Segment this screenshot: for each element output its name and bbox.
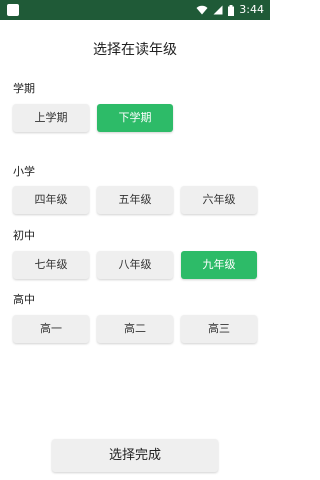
- option-grade-9[interactable]: 九年级: [181, 251, 257, 279]
- option-grade-6[interactable]: 六年级: [181, 186, 257, 214]
- app-icon: [7, 4, 19, 16]
- status-time: 3:44: [239, 3, 264, 16]
- option-senior-2[interactable]: 高二: [97, 315, 173, 343]
- semester-label: 学期: [13, 82, 35, 95]
- junior-label: 初中: [13, 229, 35, 242]
- option-senior-3[interactable]: 高三: [181, 315, 257, 343]
- option-grade-4[interactable]: 四年级: [13, 186, 89, 214]
- senior-label: 高中: [13, 293, 35, 306]
- wifi-icon: [196, 5, 208, 15]
- option-grade-8[interactable]: 八年级: [97, 251, 173, 279]
- primary-label: 小学: [13, 165, 35, 178]
- battery-icon: [228, 4, 235, 16]
- option-grade-7[interactable]: 七年级: [13, 251, 89, 279]
- option-senior-1[interactable]: 高一: [13, 315, 89, 343]
- page-title: 选择在读年级: [93, 42, 177, 58]
- option-semester-first[interactable]: 上学期: [13, 104, 89, 132]
- status-bar: 3:44: [0, 0, 270, 20]
- done-button[interactable]: 选择完成: [52, 439, 218, 472]
- signal-icon: [213, 5, 223, 15]
- option-semester-second[interactable]: 下学期: [97, 104, 173, 132]
- option-grade-5[interactable]: 五年级: [97, 186, 173, 214]
